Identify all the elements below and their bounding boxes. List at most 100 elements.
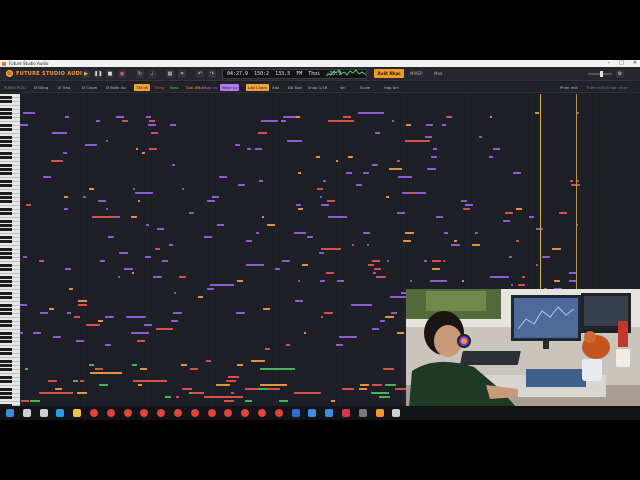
render-button[interactable]: Xuất Nhạc	[374, 69, 404, 78]
midi-note[interactable]	[63, 152, 67, 154]
black-key[interactable]	[0, 340, 12, 343]
midi-note[interactable]	[89, 188, 94, 190]
settings-icon[interactable]: ⚙	[616, 70, 624, 78]
midi-note[interactable]	[135, 192, 153, 194]
midi-note[interactable]	[136, 148, 138, 150]
midi-note[interactable]	[224, 400, 234, 402]
black-key[interactable]	[0, 336, 12, 339]
black-key[interactable]	[0, 228, 12, 231]
black-key[interactable]	[0, 332, 12, 335]
chrome-icon[interactable]	[224, 409, 233, 417]
midi-note[interactable]	[317, 188, 323, 190]
chrome-icon[interactable]	[258, 409, 266, 417]
midi-note[interactable]	[279, 400, 288, 402]
filter-chip[interactable]: Lớp Chạm	[246, 84, 270, 91]
midi-note[interactable]	[529, 216, 534, 218]
midi-note[interactable]	[389, 168, 402, 170]
midi-note[interactable]	[509, 256, 512, 258]
grid-icon[interactable]: ▦	[166, 70, 174, 78]
midi-note[interactable]	[140, 368, 147, 370]
midi-note[interactable]	[296, 116, 300, 118]
midi-note[interactable]	[462, 280, 464, 282]
midi-note[interactable]	[342, 388, 354, 390]
midi-note[interactable]	[106, 208, 108, 210]
chrome-icon[interactable]	[140, 409, 149, 417]
midi-note[interactable]	[472, 244, 480, 246]
black-key[interactable]	[0, 164, 12, 167]
midi-note[interactable]	[64, 208, 68, 210]
chrome-icon[interactable]	[274, 409, 283, 417]
midi-note[interactable]	[51, 160, 63, 162]
black-key[interactable]	[0, 388, 12, 391]
midi-note[interactable]	[216, 384, 230, 386]
midi-note[interactable]	[80, 380, 84, 382]
midi-note[interactable]	[319, 252, 324, 254]
midi-note[interactable]	[126, 316, 146, 318]
midi-note[interactable]	[23, 256, 27, 258]
midi-note[interactable]	[245, 400, 252, 402]
midi-note[interactable]	[226, 380, 236, 382]
midi-note[interactable]	[151, 132, 158, 134]
midi-note[interactable]	[258, 388, 268, 390]
black-key[interactable]	[0, 224, 12, 227]
midi-note[interactable]	[78, 304, 87, 306]
midi-note[interactable]	[118, 276, 120, 278]
midi-note[interactable]	[189, 212, 194, 214]
midi-note[interactable]	[336, 344, 343, 346]
midi-note[interactable]	[207, 200, 215, 202]
midi-note[interactable]	[461, 200, 467, 202]
midi-note[interactable]	[552, 248, 561, 250]
midi-note[interactable]	[391, 312, 397, 314]
metronome-icon[interactable]: ♩	[148, 70, 156, 78]
midi-note[interactable]	[171, 320, 178, 322]
midi-note[interactable]	[106, 140, 108, 142]
filter-chip[interactable]: Ø Trào	[56, 84, 72, 91]
midi-note[interactable]	[162, 260, 168, 262]
black-key[interactable]	[0, 220, 12, 223]
midi-note[interactable]	[236, 312, 245, 314]
undo-icon[interactable]: ↶	[196, 70, 204, 78]
midi-note[interactable]	[518, 284, 525, 286]
midi-note[interactable]	[286, 344, 290, 346]
midi-note[interactable]	[64, 196, 68, 198]
midi-note[interactable]	[39, 260, 44, 262]
black-key[interactable]	[0, 192, 12, 195]
midi-note[interactable]	[182, 388, 192, 390]
black-key[interactable]	[0, 140, 12, 143]
midi-note[interactable]	[493, 148, 500, 150]
filter-chip[interactable]: Hợp âm	[382, 84, 401, 91]
midi-note[interactable]	[424, 260, 427, 262]
midi-note[interactable]	[385, 368, 394, 370]
midi-note[interactable]	[247, 148, 251, 150]
filter-chip[interactable]: Trống	[152, 84, 166, 91]
midi-note[interactable]	[124, 268, 133, 270]
midi-note[interactable]	[374, 268, 381, 270]
mixer-button[interactable]: MIXER	[410, 70, 423, 78]
midi-note[interactable]	[97, 368, 103, 370]
midi-note[interactable]	[490, 276, 509, 278]
midi-note[interactable]	[204, 236, 212, 238]
midi-note[interactable]	[426, 124, 433, 126]
midi-note[interactable]	[295, 300, 303, 302]
midi-note[interactable]	[132, 364, 137, 366]
filter-chip[interactable]: Bass	[168, 84, 181, 91]
chrome-icon[interactable]	[157, 409, 166, 417]
midi-note[interactable]	[371, 392, 389, 394]
midi-note[interactable]	[137, 340, 145, 342]
midi-note[interactable]	[511, 284, 513, 286]
filter-chip[interactable]: Ø Đồng	[32, 84, 50, 91]
black-key[interactable]	[0, 184, 12, 187]
midi-note[interactable]	[339, 336, 357, 338]
black-key[interactable]	[0, 324, 12, 327]
black-key[interactable]	[0, 136, 12, 139]
midi-note[interactable]	[105, 316, 114, 318]
midi-note[interactable]	[176, 396, 179, 398]
midi-note[interactable]	[536, 264, 538, 266]
midi-note[interactable]	[78, 300, 87, 302]
filter-chip[interactable]: Snap 1/16	[306, 84, 329, 91]
midi-note[interactable]	[513, 172, 521, 174]
midi-note[interactable]	[255, 148, 262, 150]
midi-note[interactable]	[433, 148, 437, 150]
midi-note[interactable]	[328, 216, 347, 218]
black-key[interactable]	[0, 196, 12, 199]
